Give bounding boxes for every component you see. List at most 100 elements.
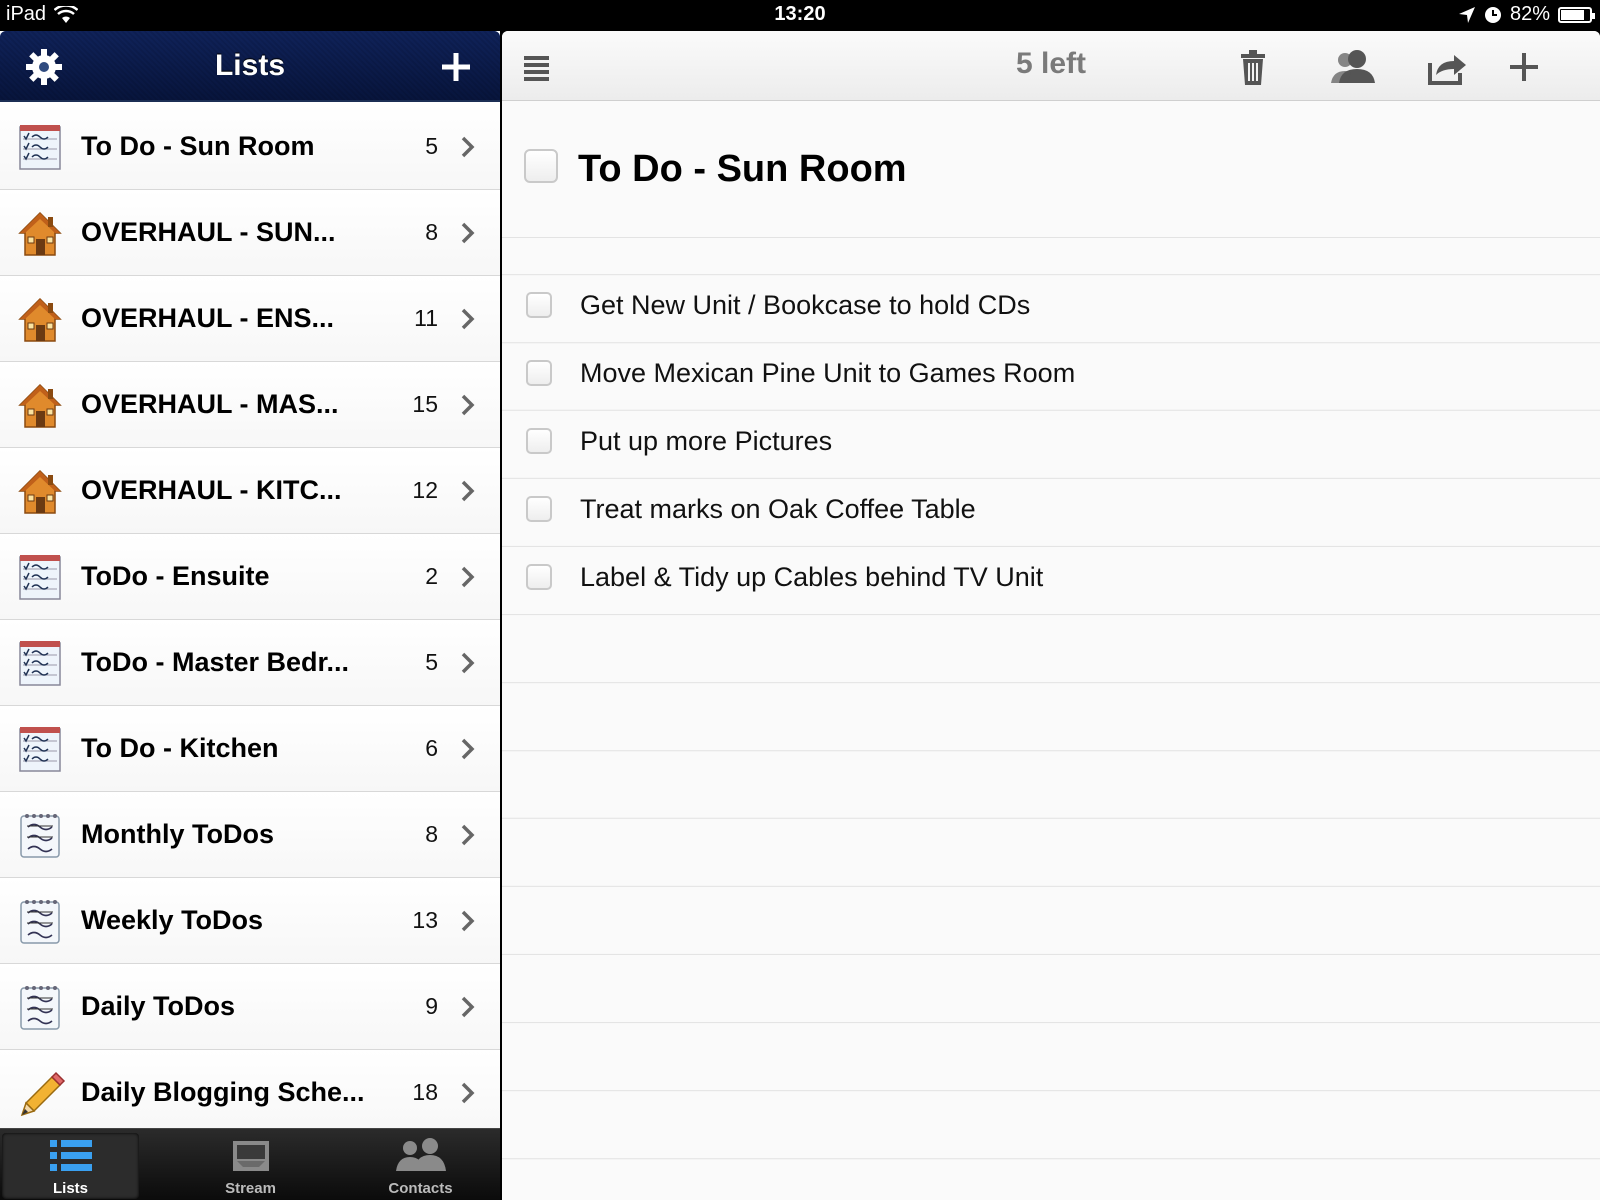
tab-label: Lists bbox=[52, 1180, 88, 1197]
sidebar-title: Lists bbox=[214, 49, 286, 82]
complete-list-checkbox[interactable] bbox=[524, 149, 558, 183]
chevron-right-icon bbox=[460, 737, 476, 761]
lists-sidebar: Lists To Do - Sun Room 5 OVERHAUL - SUN...… bbox=[0, 31, 500, 1200]
chevron-right-icon bbox=[460, 651, 476, 675]
list-name: Daily Blogging Sche... bbox=[81, 1077, 365, 1107]
task-row[interactable]: Treat marks on Oak Coffee Table bbox=[502, 476, 1600, 544]
checklist-icon bbox=[18, 123, 62, 171]
list-row[interactable]: ToDo - Ensuite 2 bbox=[0, 534, 500, 620]
list-row[interactable]: To Do - Sun Room 5 bbox=[0, 104, 500, 190]
task-text: Label & Tidy up Cables behind TV Unit bbox=[580, 562, 1044, 592]
list-name: ToDo - Ensuite bbox=[81, 561, 270, 591]
item-count: 13 bbox=[412, 907, 438, 933]
list-row[interactable]: Weekly ToDos 13 bbox=[0, 878, 500, 964]
task-row[interactable]: Get New Unit / Bookcase to hold CDs bbox=[502, 272, 1600, 340]
task-text: Treat marks on Oak Coffee Table bbox=[580, 494, 976, 524]
house-icon bbox=[18, 381, 62, 429]
list-name: Weekly ToDos bbox=[81, 905, 264, 935]
chevron-right-icon bbox=[460, 909, 476, 933]
list-row[interactable]: OVERHAUL - MAS... 15 bbox=[0, 362, 500, 448]
chevron-right-icon bbox=[460, 995, 476, 1019]
tab-lists[interactable]: Lists bbox=[2, 1133, 139, 1199]
house-icon bbox=[18, 209, 62, 257]
sidebar-header: Lists bbox=[0, 31, 500, 102]
tab-label: Contacts bbox=[388, 1180, 453, 1197]
item-count: 18 bbox=[412, 1079, 438, 1105]
task-text: Put up more Pictures bbox=[580, 426, 833, 456]
tab-bar: Lists Stream Contacts bbox=[0, 1128, 500, 1200]
list-row[interactable]: OVERHAUL - SUN... 8 bbox=[0, 190, 500, 276]
task-checkbox[interactable] bbox=[526, 428, 552, 454]
chevron-right-icon bbox=[460, 393, 476, 417]
plus-icon bbox=[442, 53, 470, 81]
add-list-button[interactable] bbox=[434, 45, 478, 89]
list-row[interactable]: OVERHAUL - ENS... 11 bbox=[0, 276, 500, 362]
checklist-icon bbox=[18, 639, 62, 687]
lists-icon bbox=[49, 1140, 92, 1171]
chevron-right-icon bbox=[460, 565, 476, 589]
list-row[interactable]: ToDo - Master Bedr... 5 bbox=[0, 620, 500, 706]
list-row[interactable]: Daily ToDos 9 bbox=[0, 964, 500, 1050]
battery-icon bbox=[1558, 6, 1595, 23]
ruled-paper-background bbox=[502, 102, 1600, 1200]
list-name: OVERHAUL - MAS... bbox=[81, 389, 339, 419]
task-checkbox[interactable] bbox=[526, 564, 552, 590]
delete-button[interactable] bbox=[1231, 45, 1275, 89]
house-icon bbox=[18, 295, 62, 343]
trash-icon bbox=[1241, 50, 1265, 85]
task-text: Move Mexican Pine Unit to Games Room bbox=[580, 358, 1076, 388]
list-detail-pane: 5 left To Do - Sun Room Get New Unit / B… bbox=[502, 31, 1600, 1200]
item-count: 9 bbox=[425, 993, 438, 1019]
list-title: To Do - Sun Room bbox=[578, 148, 907, 190]
add-task-button[interactable] bbox=[1502, 45, 1546, 89]
alarm-clock-icon bbox=[1484, 6, 1501, 23]
item-count: 11 bbox=[414, 305, 438, 331]
list-name: To Do - Kitchen bbox=[81, 733, 279, 763]
task-row[interactable]: Label & Tidy up Cables behind TV Unit bbox=[502, 544, 1600, 612]
chevron-right-icon bbox=[460, 823, 476, 847]
task-row[interactable]: Put up more Pictures bbox=[502, 408, 1600, 476]
share-button[interactable] bbox=[1424, 45, 1468, 89]
status-bar: iPad 13:20 82% bbox=[0, 0, 1600, 31]
list-name: OVERHAUL - SUN... bbox=[81, 217, 336, 247]
task-row[interactable]: Move Mexican Pine Unit to Games Room bbox=[502, 340, 1600, 408]
chevron-right-icon bbox=[460, 307, 476, 331]
share-with-contacts-button[interactable] bbox=[1327, 45, 1379, 89]
plus-icon bbox=[1510, 53, 1538, 81]
list-row[interactable]: To Do - Kitchen 6 bbox=[0, 706, 500, 792]
tab-label: Stream bbox=[225, 1180, 276, 1197]
clock: 13:20 bbox=[774, 3, 826, 25]
item-count: 5 bbox=[425, 133, 438, 159]
location-arrow-icon bbox=[1458, 6, 1475, 23]
task-text: Get New Unit / Bookcase to hold CDs bbox=[580, 290, 1031, 320]
grocery-note-icon bbox=[18, 811, 62, 859]
lists-table: To Do - Sun Room 5 OVERHAUL - SUN... 8 OVERH… bbox=[0, 104, 500, 1136]
task-checkbox[interactable] bbox=[526, 496, 552, 522]
list-row[interactable]: Daily Blogging Sche... 18 bbox=[0, 1050, 500, 1136]
tab-stream[interactable]: Stream bbox=[182, 1133, 319, 1199]
pencil-icon bbox=[18, 1069, 66, 1117]
detail-toolbar: 5 left bbox=[502, 31, 1600, 101]
item-count: 8 bbox=[425, 219, 438, 245]
item-count: 15 bbox=[412, 391, 438, 417]
grocery-note-icon bbox=[18, 897, 62, 945]
list-row[interactable]: OVERHAUL - KITC... 12 bbox=[0, 448, 500, 534]
list-row[interactable]: Monthly ToDos 8 bbox=[0, 792, 500, 878]
task-checkbox[interactable] bbox=[526, 292, 552, 318]
checklist-icon bbox=[18, 725, 62, 773]
list-name: Daily ToDos bbox=[81, 991, 236, 1021]
chevron-right-icon bbox=[460, 135, 476, 159]
list-title-row: To Do - Sun Room bbox=[502, 102, 1600, 238]
item-count: 12 bbox=[412, 477, 438, 503]
house-icon bbox=[18, 467, 62, 515]
chevron-right-icon bbox=[460, 221, 476, 245]
battery-percent: 82% bbox=[1509, 3, 1550, 25]
list-name: OVERHAUL - KITC... bbox=[81, 475, 342, 505]
tab-contacts[interactable]: Contacts bbox=[352, 1133, 489, 1199]
item-count: 5 bbox=[425, 649, 438, 675]
item-count: 2 bbox=[425, 563, 438, 589]
task-checkbox[interactable] bbox=[526, 360, 552, 386]
battery-fill bbox=[1561, 9, 1584, 20]
list-name: OVERHAUL - ENS... bbox=[81, 303, 335, 333]
share-arrow-icon bbox=[1428, 55, 1466, 85]
